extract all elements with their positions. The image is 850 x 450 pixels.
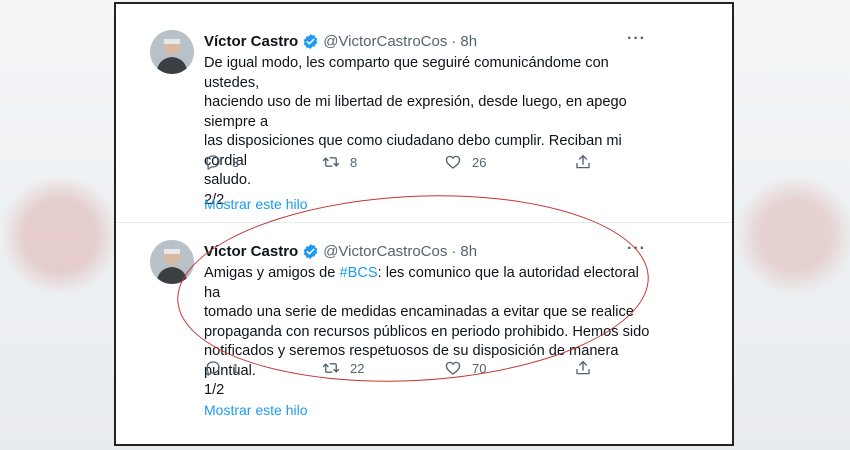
heart-icon [445,155,461,169]
tweet-actions: 3 8 26 [204,152,592,172]
reply-button[interactable]: 1 [204,358,322,378]
reply-count: 1 [232,360,240,376]
reply-button[interactable]: 3 [204,152,322,172]
more-horizontal-icon[interactable]: ··· [627,240,646,258]
like-button[interactable]: 26 [444,152,574,172]
tweet-header: Víctor Castro @VictorCastroCos · 8h [204,30,477,52]
retweet-button[interactable]: 8 [322,152,444,172]
tweet-actions: 1 22 70 [204,358,592,378]
retweet-count: 8 [350,154,358,170]
avatar[interactable] [150,30,194,74]
retweet-icon [322,363,340,373]
hashtag-link[interactable]: #BCS [339,265,377,281]
tweet-text-line: propaganda con recursos públicos en peri… [204,323,650,340]
show-thread-link[interactable]: Mostrar este hilo [204,402,307,418]
show-thread-link[interactable]: Mostrar este hilo [204,196,307,212]
more-horizontal-icon[interactable]: ··· [627,30,646,48]
tweet-text: De igual modo, les comparto que seguiré … [204,54,652,210]
verified-badge-icon [303,243,318,259]
tweet-header: Víctor Castro @VictorCastroCos · 8h [204,240,477,262]
separator-dot: · [451,32,457,50]
separator-dot: · [451,242,457,260]
tweet-text: Amigas y amigos de #BCS: les comunico qu… [204,264,652,401]
like-count: 26 [472,154,487,170]
share-button[interactable] [574,152,592,172]
avatar[interactable] [150,240,194,284]
display-name[interactable]: Víctor Castro [204,243,298,260]
tweet-divider [116,222,732,223]
display-name[interactable]: Víctor Castro [204,33,298,50]
like-count: 70 [472,360,487,376]
retweet-icon [322,157,340,167]
text-prefix: Amigas y amigos de [204,265,340,281]
tweet-text-line: haciendo uso de mi libertad de expresión… [204,94,627,130]
like-button[interactable]: 70 [444,358,574,378]
reply-icon [206,155,220,170]
screenshot-frame: Víctor Castro @VictorCastroCos · 8h ··· … [114,2,734,446]
share-icon [576,360,590,375]
tweet-text-line: saludo. [204,172,252,188]
tweet-text-line: De igual modo, les comparto que seguiré … [204,55,609,91]
verified-badge-icon [303,33,318,49]
timestamp[interactable]: 8h [460,243,477,260]
timestamp[interactable]: 8h [460,33,477,50]
tweet-text-line: tomado una serie de medidas encaminadas … [204,304,634,320]
share-button[interactable] [574,358,592,378]
retweet-count: 22 [350,360,365,376]
tweet-text-line: Amigas y amigos de #BCS: les comunico qu… [204,264,652,303]
user-handle[interactable]: @VictorCastroCos [323,243,447,260]
thread-counter: 1/2 [204,382,225,398]
user-handle[interactable]: @VictorCastroCos [323,33,447,50]
heart-icon [445,361,461,375]
reply-count: 3 [232,154,240,170]
retweet-button[interactable]: 22 [322,358,444,378]
reply-icon [206,361,220,376]
share-icon [576,154,590,169]
